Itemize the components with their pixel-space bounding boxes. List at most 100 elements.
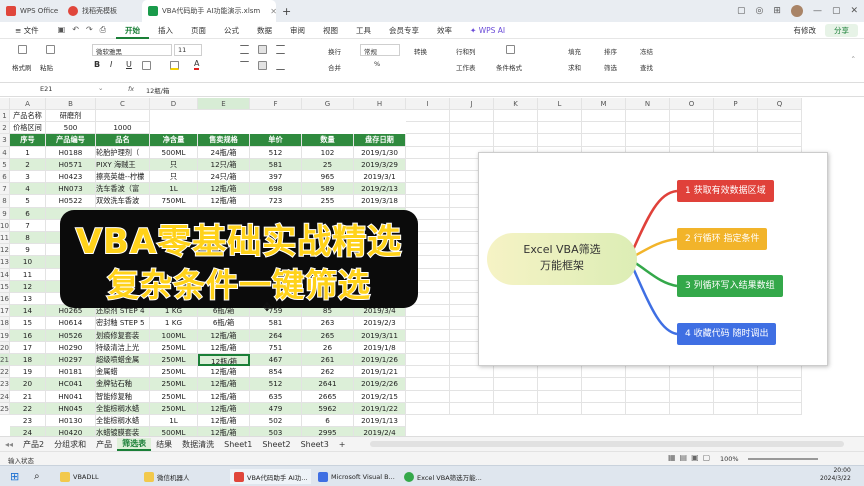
table-cell[interactable]: 只: [150, 171, 198, 184]
table-cell[interactable]: 589: [302, 183, 354, 196]
empty-cell[interactable]: [582, 402, 626, 415]
empty-cell[interactable]: [714, 134, 758, 147]
tab-workbook[interactable]: VBA代码助手 AI功能演示.xlsm ✕: [142, 0, 276, 22]
column-header[interactable]: O: [670, 98, 714, 110]
align-center-icon[interactable]: [258, 45, 267, 54]
row-header[interactable]: 3: [0, 134, 10, 147]
table-cell[interactable]: 12瓶/箱: [198, 195, 250, 208]
empty-cell[interactable]: [450, 402, 494, 415]
sheet-tab-sheet1[interactable]: Sheet1: [219, 440, 257, 449]
table-cell[interactable]: PIXY 海贼王: [96, 158, 150, 171]
empty-cell[interactable]: [494, 134, 538, 147]
table-cell[interactable]: H0420: [46, 427, 96, 436]
edited-status[interactable]: 有修改: [785, 22, 826, 39]
font-name-select[interactable]: 微软雅黑: [92, 44, 172, 56]
row-header[interactable]: 11: [0, 232, 10, 245]
empty-cell[interactable]: [406, 341, 450, 354]
grid-cell[interactable]: 研磨剂: [46, 110, 96, 123]
paste-label[interactable]: 粘贴: [40, 62, 53, 72]
select-all-corner[interactable]: [0, 98, 10, 110]
table-header-cell[interactable]: 盘存日期: [354, 134, 406, 147]
table-cell[interactable]: 1: [10, 146, 46, 159]
table-cell[interactable]: 全能棕榈水蜡: [96, 415, 150, 428]
redo-icon[interactable]: ↷: [86, 25, 93, 35]
table-cell[interactable]: 水蜡镀膜套装: [96, 427, 150, 436]
wps-ai-button[interactable]: ✦ WPS AI: [461, 22, 514, 39]
empty-cell[interactable]: [450, 110, 494, 123]
grid-cell[interactable]: 价格区间: [10, 122, 46, 135]
filter-button[interactable]: 筛选: [604, 62, 617, 72]
row-header[interactable]: 21: [0, 354, 10, 367]
table-cell[interactable]: 500ML: [150, 146, 198, 159]
align-right-icon[interactable]: [276, 45, 285, 54]
menu-insert[interactable]: 插入: [149, 22, 182, 39]
font-size-select[interactable]: 11: [174, 44, 202, 56]
table-cell[interactable]: 24只/箱: [198, 171, 250, 184]
table-cell[interactable]: 512: [250, 378, 302, 391]
empty-cell[interactable]: [406, 183, 450, 196]
maximize-icon[interactable]: ▢: [832, 6, 841, 16]
table-cell[interactable]: 2019/2/26: [354, 378, 406, 391]
table-cell[interactable]: 2019/1/8: [354, 341, 406, 354]
table-cell[interactable]: 2019/2/15: [354, 390, 406, 403]
empty-cell[interactable]: [406, 317, 450, 330]
table-cell[interactable]: 洗车香波（富: [96, 183, 150, 196]
cond-format-label[interactable]: 条件格式: [496, 62, 522, 72]
table-cell[interactable]: 划痕修复套装: [96, 329, 150, 342]
column-header[interactable]: H: [354, 98, 406, 110]
empty-cell[interactable]: [670, 390, 714, 403]
table-cell[interactable]: H0181: [46, 366, 96, 379]
table-cell[interactable]: 20: [10, 378, 46, 391]
empty-cell[interactable]: [626, 366, 670, 379]
row-header[interactable]: 23: [0, 378, 10, 391]
convert-button[interactable]: 转换: [414, 46, 427, 56]
table-cell[interactable]: 500ML: [150, 427, 198, 436]
row-header[interactable]: 6: [0, 171, 10, 184]
row-header[interactable]: 1: [0, 110, 10, 123]
table-cell[interactable]: 金牌钻石釉: [96, 378, 150, 391]
percent-button[interactable]: %: [374, 60, 380, 68]
undo-icon[interactable]: ↶: [72, 25, 79, 35]
empty-cell[interactable]: [582, 110, 626, 123]
table-header-cell[interactable]: 售卖规格: [198, 134, 250, 147]
close-icon[interactable]: ✕: [850, 6, 858, 16]
table-cell[interactable]: 12瓶/箱: [198, 402, 250, 415]
table-header-cell[interactable]: 产品编号: [46, 134, 96, 147]
table-cell[interactable]: 5: [10, 195, 46, 208]
empty-cell[interactable]: [538, 134, 582, 147]
row-header[interactable]: 16: [0, 293, 10, 306]
empty-cell[interactable]: [714, 402, 758, 415]
formula-input[interactable]: 12瓶/箱: [146, 85, 169, 95]
table-cell[interactable]: 19: [10, 366, 46, 379]
table-cell[interactable]: HN041: [46, 390, 96, 403]
skin-icon[interactable]: ◎: [756, 6, 764, 16]
empty-cell[interactable]: [626, 402, 670, 415]
save-icon[interactable]: ▣: [58, 25, 66, 35]
table-cell[interactable]: 智能修复釉: [96, 390, 150, 403]
empty-cell[interactable]: [406, 146, 450, 159]
table-cell[interactable]: 12瓶/箱: [198, 329, 250, 342]
taskbar-item-browser[interactable]: Excel VBA筛选万能...: [404, 469, 482, 484]
table-cell[interactable]: 965: [302, 171, 354, 184]
empty-cell[interactable]: [494, 366, 538, 379]
sheet-tab-sheet2[interactable]: Sheet2: [257, 440, 295, 449]
table-cell[interactable]: 2019/2/3: [354, 317, 406, 330]
table-cell[interactable]: HN073: [46, 183, 96, 196]
table-cell[interactable]: 751: [250, 341, 302, 354]
fill-button[interactable]: 填充: [568, 46, 581, 56]
table-cell[interactable]: 102: [302, 146, 354, 159]
empty-cell[interactable]: [626, 122, 670, 135]
fx-icon[interactable]: fx: [128, 85, 134, 93]
empty-cell[interactable]: [626, 378, 670, 391]
table-cell[interactable]: 2019/3/29: [354, 158, 406, 171]
table-cell[interactable]: H0571: [46, 158, 96, 171]
empty-cell[interactable]: [538, 402, 582, 415]
align-left-icon[interactable]: [240, 45, 249, 54]
row-header[interactable]: 7: [0, 183, 10, 196]
table-cell[interactable]: 1L: [150, 415, 198, 428]
empty-cell[interactable]: [714, 122, 758, 135]
empty-cell[interactable]: [758, 390, 802, 403]
file-menu[interactable]: ≡ 文件: [6, 22, 48, 39]
column-header[interactable]: D: [150, 98, 198, 110]
table-cell[interactable]: 12瓶/箱: [198, 341, 250, 354]
